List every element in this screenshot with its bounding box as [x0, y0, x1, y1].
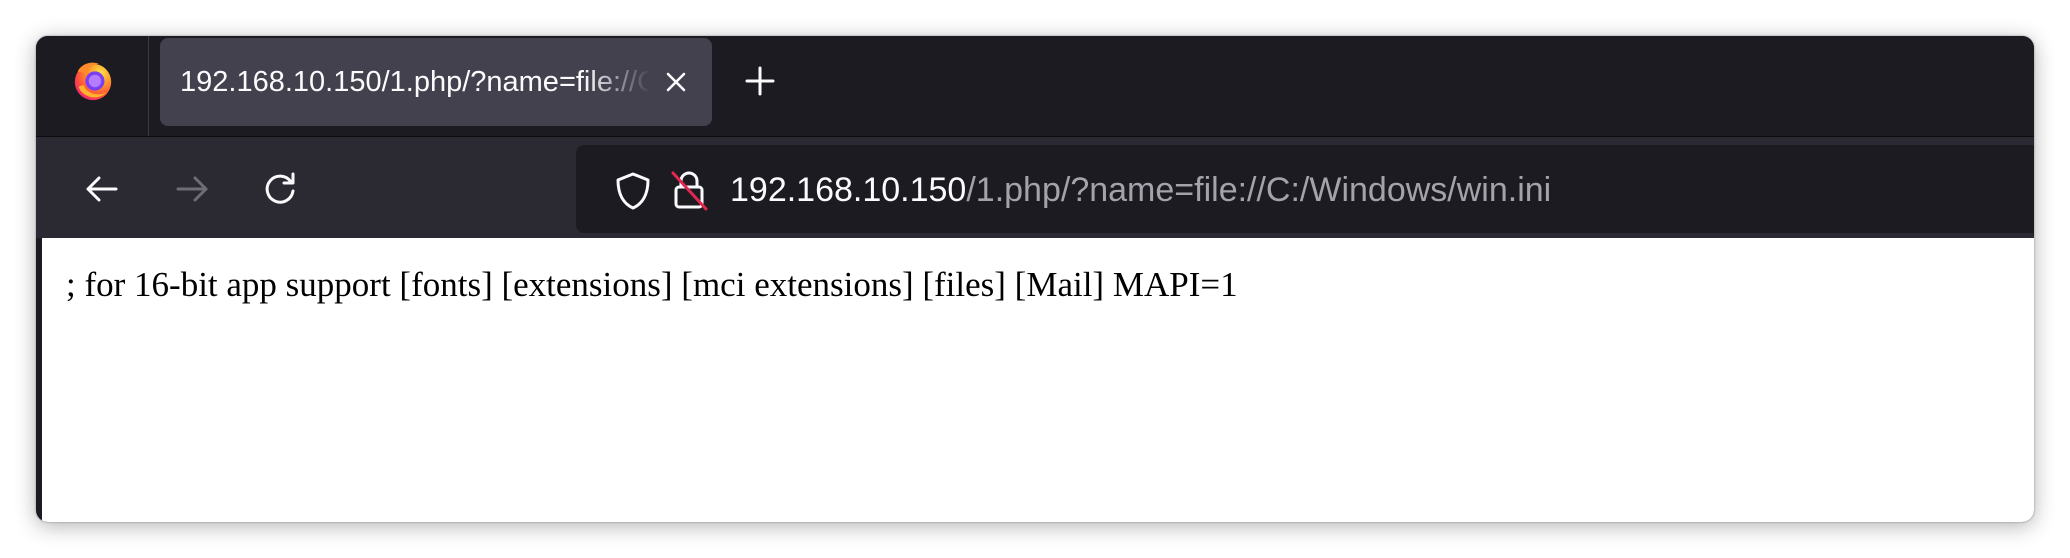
- tab-title: 192.168.10.150/1.php/?name=file://C:/Win…: [180, 66, 650, 98]
- page-body-text: ; for 16-bit app support [fonts] [extens…: [66, 265, 1238, 304]
- url-host: 192.168.10.150: [730, 171, 967, 209]
- firefox-logo-icon[interactable]: [70, 58, 116, 104]
- close-icon[interactable]: [660, 66, 692, 98]
- browser-window: 192.168.10.150/1.php/?name=file://C:/Win…: [36, 36, 2034, 522]
- plus-icon[interactable]: [742, 63, 778, 99]
- navigation-toolbar: 192.168.10.150/1.php/?name=file://C:/Win…: [36, 136, 2034, 238]
- url-path: /1.php/?name=file://C:/Windows/win.ini: [966, 171, 1552, 209]
- tab-active[interactable]: 192.168.10.150/1.php/?name=file://C:/Win…: [160, 38, 712, 126]
- tab-strip: 192.168.10.150/1.php/?name=file://C:/Win…: [36, 36, 2034, 136]
- arrow-right-icon[interactable]: [172, 169, 212, 209]
- url-text[interactable]: 192.168.10.150/1.php/?name=file://C:/Win…: [730, 167, 1551, 213]
- shield-icon[interactable]: [614, 171, 652, 211]
- address-bar[interactable]: 192.168.10.150/1.php/?name=file://C:/Win…: [576, 145, 2034, 233]
- insecure-lock-icon[interactable]: [668, 169, 710, 211]
- reload-icon[interactable]: [260, 169, 300, 209]
- tab-separator: [148, 36, 149, 136]
- page-content: ; for 16-bit app support [fonts] [extens…: [36, 238, 2034, 522]
- arrow-left-icon[interactable]: [82, 169, 122, 209]
